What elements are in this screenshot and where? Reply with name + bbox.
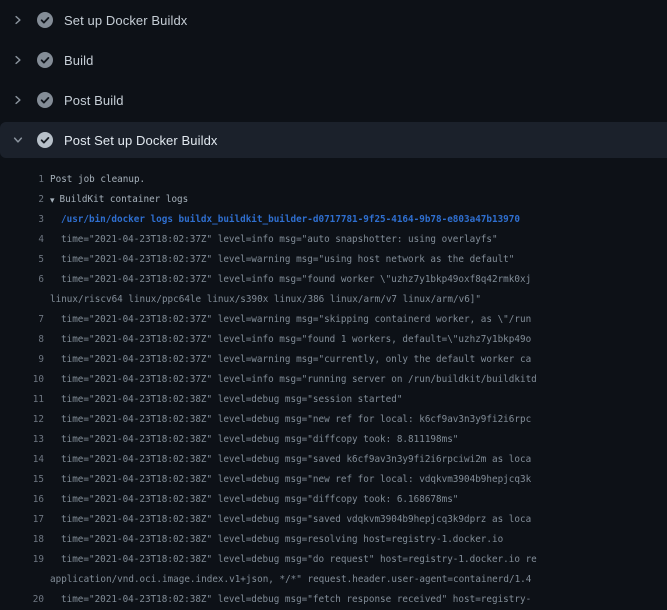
log-line-number[interactable]: 20	[0, 590, 44, 610]
log-line: 1 Post job cleanup.	[0, 170, 667, 190]
log-line-number	[0, 290, 44, 310]
log-line: 17 time="2021-04-23T18:02:38Z" level=deb…	[0, 510, 667, 530]
step-row-build[interactable]: Build	[0, 40, 667, 80]
log-line-number[interactable]: 8	[0, 330, 44, 350]
log-line-number[interactable]: 2	[0, 190, 44, 210]
log-line: 18 time="2021-04-23T18:02:38Z" level=deb…	[0, 530, 667, 550]
check-circle-icon	[37, 52, 53, 68]
log-line-text: time="2021-04-23T18:02:38Z" level=debug …	[61, 590, 531, 610]
log-line-text: time="2021-04-23T18:02:38Z" level=debug …	[61, 390, 402, 410]
log-line: 19 time="2021-04-23T18:02:38Z" level=deb…	[0, 550, 667, 570]
step-title: Post Build	[64, 93, 124, 108]
log-line-number[interactable]: 1	[0, 170, 44, 190]
log-line-text: time="2021-04-23T18:02:38Z" level=debug …	[61, 450, 531, 470]
step-title: Post Set up Docker Buildx	[64, 133, 218, 148]
log-line: 14 time="2021-04-23T18:02:38Z" level=deb…	[0, 450, 667, 470]
log-line: 8 time="2021-04-23T18:02:37Z" level=info…	[0, 330, 667, 350]
log-line-text: time="2021-04-23T18:02:38Z" level=debug …	[61, 490, 458, 510]
log-line: 15 time="2021-04-23T18:02:38Z" level=deb…	[0, 470, 667, 490]
log-line-text: time="2021-04-23T18:02:38Z" level=debug …	[61, 470, 531, 490]
chevron-right-icon[interactable]	[12, 14, 24, 26]
check-circle-icon	[37, 132, 53, 148]
check-circle-icon	[37, 12, 53, 28]
log-line: 11 time="2021-04-23T18:02:38Z" level=deb…	[0, 390, 667, 410]
group-label: BuildKit container logs	[60, 190, 189, 210]
log-line-number[interactable]: 11	[0, 390, 44, 410]
log-line-number[interactable]: 14	[0, 450, 44, 470]
steps-list: Set up Docker Buildx Build Post Build Po…	[0, 0, 667, 158]
log-line-text: time="2021-04-23T18:02:37Z" level=info m…	[61, 230, 498, 250]
log-line: 7 time="2021-04-23T18:02:37Z" level=warn…	[0, 310, 667, 330]
step-row-post-set-up-docker-buildx[interactable]: Post Set up Docker Buildx	[0, 122, 667, 158]
log-line-text: time="2021-04-23T18:02:37Z" level=info m…	[61, 370, 537, 390]
log-line-number[interactable]: 17	[0, 510, 44, 530]
log-line-number[interactable]: 3	[0, 210, 44, 230]
log-line-text: time="2021-04-23T18:02:37Z" level=info m…	[61, 270, 531, 290]
log-line-text: time="2021-04-23T18:02:38Z" level=debug …	[61, 430, 458, 450]
log-line-number[interactable]: 15	[0, 470, 44, 490]
log-line-number[interactable]: 7	[0, 310, 44, 330]
step-title: Set up Docker Buildx	[64, 13, 187, 28]
log-line: 6 time="2021-04-23T18:02:37Z" level=info…	[0, 270, 667, 290]
log-line: 4 time="2021-04-23T18:02:37Z" level=info…	[0, 230, 667, 250]
log-line-text: /usr/bin/docker logs buildx_buildkit_bui…	[61, 210, 520, 230]
step-title: Build	[64, 53, 93, 68]
log-line-number[interactable]: 9	[0, 350, 44, 370]
log-line-number[interactable]: 19	[0, 550, 44, 570]
log-line-number	[0, 570, 44, 590]
step-row-set-up-docker-buildx[interactable]: Set up Docker Buildx	[0, 0, 667, 40]
log-line: 5 time="2021-04-23T18:02:37Z" level=warn…	[0, 250, 667, 270]
chevron-right-icon[interactable]	[12, 54, 24, 66]
log-line-text: time="2021-04-23T18:02:38Z" level=debug …	[61, 410, 531, 430]
log-line: 10 time="2021-04-23T18:02:37Z" level=inf…	[0, 370, 667, 390]
log-line-number[interactable]: 6	[0, 270, 44, 290]
log-line-number[interactable]: 10	[0, 370, 44, 390]
log-line: 20 time="2021-04-23T18:02:38Z" level=deb…	[0, 590, 667, 610]
log-line: 2 ▼BuildKit container logs	[0, 190, 667, 210]
check-circle-icon	[37, 92, 53, 108]
log-line-number[interactable]: 16	[0, 490, 44, 510]
log-line: 13 time="2021-04-23T18:02:38Z" level=deb…	[0, 430, 667, 450]
log-line-text: time="2021-04-23T18:02:37Z" level=warnin…	[61, 350, 531, 370]
log-line-number[interactable]: 18	[0, 530, 44, 550]
log-line-text: ▼BuildKit container logs	[50, 190, 188, 210]
log-line-text: time="2021-04-23T18:02:37Z" level=warnin…	[61, 250, 514, 270]
log-line: 16 time="2021-04-23T18:02:38Z" level=deb…	[0, 490, 667, 510]
log-line-text: application/vnd.oci.image.index.v1+json,…	[50, 570, 531, 590]
log-line: linux/riscv64 linux/ppc64le linux/s390x …	[0, 290, 667, 310]
log-line: application/vnd.oci.image.index.v1+json,…	[0, 570, 667, 590]
log-line-text: time="2021-04-23T18:02:38Z" level=debug …	[61, 550, 537, 570]
log-line-number[interactable]: 12	[0, 410, 44, 430]
log-line-number[interactable]: 5	[0, 250, 44, 270]
log-line-text: time="2021-04-23T18:02:38Z" level=debug …	[61, 530, 503, 550]
log-line-number[interactable]: 4	[0, 230, 44, 250]
chevron-right-icon[interactable]	[12, 94, 24, 106]
log-line-text: time="2021-04-23T18:02:38Z" level=debug …	[61, 510, 531, 530]
log-line: 12 time="2021-04-23T18:02:38Z" level=deb…	[0, 410, 667, 430]
log-line: 3 /usr/bin/docker logs buildx_buildkit_b…	[0, 210, 667, 230]
group-collapse-toggle-icon[interactable]: ▼	[50, 191, 55, 211]
log-viewer: 1 Post job cleanup. 2 ▼BuildKit containe…	[0, 158, 667, 610]
log-line-text: Post job cleanup.	[50, 170, 145, 190]
chevron-down-icon[interactable]	[12, 134, 24, 146]
log-line-text: time="2021-04-23T18:02:37Z" level=info m…	[61, 330, 531, 350]
step-row-post-build[interactable]: Post Build	[0, 80, 667, 120]
log-line-text: linux/riscv64 linux/ppc64le linux/s390x …	[50, 290, 481, 310]
log-line: 9 time="2021-04-23T18:02:37Z" level=warn…	[0, 350, 667, 370]
log-line-number[interactable]: 13	[0, 430, 44, 450]
log-line-text: time="2021-04-23T18:02:37Z" level=warnin…	[61, 310, 531, 330]
